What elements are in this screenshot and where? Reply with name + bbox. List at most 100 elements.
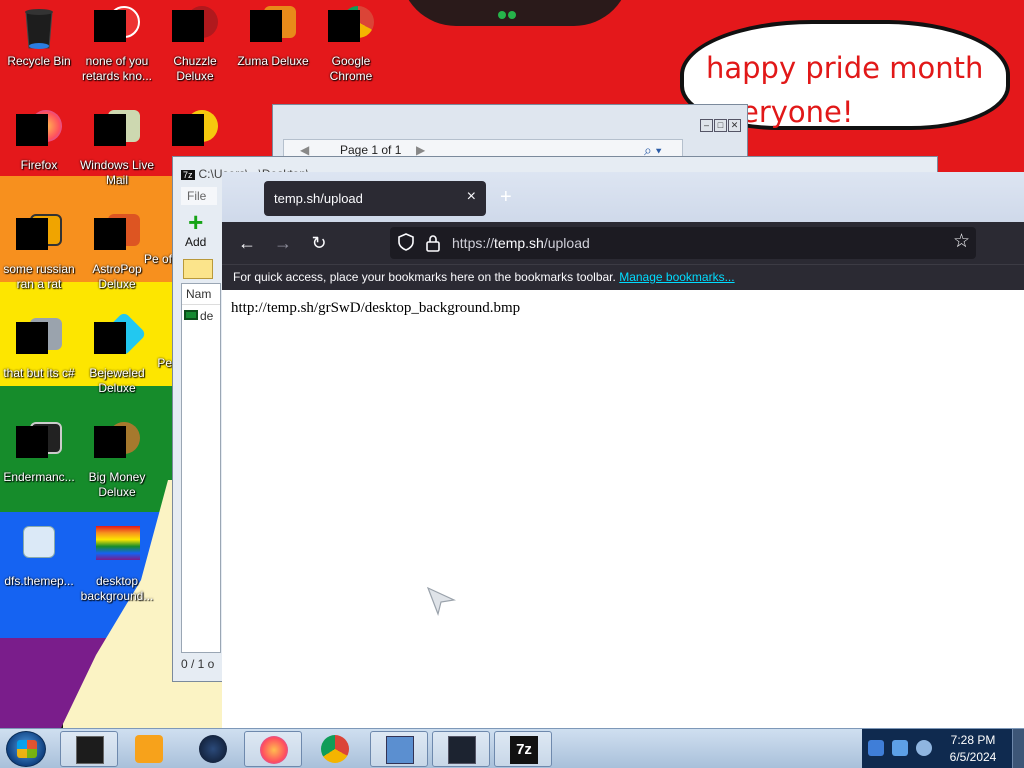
game-icon — [172, 110, 218, 156]
bookmark-star-icon[interactable]: ☆ — [953, 230, 970, 253]
display-icon — [448, 736, 476, 764]
page-indicator: Page 1 of 1 — [340, 143, 402, 157]
url-prefix: https:// — [452, 235, 495, 251]
firefox-icon — [16, 110, 62, 156]
theme-file-icon — [16, 526, 62, 572]
url-text[interactable]: https://temp.sh/upload — [452, 235, 590, 251]
window-caption-buttons: – □ ✕ — [699, 115, 741, 132]
plus-icon: + — [188, 207, 204, 237]
taskbar-media-player[interactable] — [120, 731, 178, 767]
close-button[interactable]: ✕ — [728, 119, 741, 132]
status-bar: 0 / 1 o — [181, 657, 215, 671]
manage-bookmarks-link[interactable]: Manage bookmarks... — [619, 270, 734, 284]
windows-stack-icon — [16, 318, 62, 364]
desktop-icon-recycle-bin[interactable]: Recycle Bin — [0, 2, 78, 96]
taskbar-google-chrome[interactable] — [306, 731, 364, 767]
bookmarks-message: For quick access, place your bookmarks h… — [233, 270, 616, 284]
reload-button[interactable]: ↻ — [307, 231, 331, 255]
new-tab-button[interactable]: + — [500, 186, 512, 209]
minimize-button[interactable]: – — [700, 119, 713, 132]
network-icon[interactable] — [892, 740, 908, 756]
taskbar-unknown-app[interactable] — [184, 731, 242, 767]
money-bag-icon — [94, 422, 140, 468]
game-icon — [172, 6, 218, 52]
desktop-icon-windows-live-mail[interactable]: Windows Live Mail — [78, 106, 156, 200]
show-desktop-button[interactable] — [1012, 729, 1024, 768]
taskbar-7zip[interactable]: 7z — [494, 731, 552, 767]
recycle-bin-icon — [16, 6, 62, 52]
tracking-protection-icon[interactable] — [398, 233, 414, 251]
desktop-icon-dfs-theme[interactable]: dfs.themep... — [0, 522, 78, 616]
desktop-icon-firefox[interactable]: Firefox — [0, 106, 78, 200]
desktop-icon-chuzzle[interactable]: Chuzzle Deluxe — [156, 2, 234, 96]
game-icon — [250, 6, 296, 52]
desktop-icon-desktop-background[interactable]: desktop background... — [78, 522, 156, 616]
taskbar-control-panel[interactable] — [370, 731, 428, 767]
add-button[interactable]: + Add — [185, 209, 206, 249]
tab-title: temp.sh/upload — [274, 191, 363, 206]
desktop-icon-zuma[interactable]: Zuma Deluxe — [234, 2, 312, 96]
taskbar-file-explorer[interactable] — [60, 731, 118, 767]
desktop-icon-google-chrome[interactable]: Google Chrome — [312, 2, 390, 96]
maximize-button[interactable]: □ — [714, 119, 727, 132]
speech-bubble-text: happy pride month everyone! — [706, 51, 984, 129]
tab-bar: temp.sh/upload × + — [222, 172, 1024, 222]
gem-icon — [94, 311, 147, 364]
game-icon — [94, 6, 140, 52]
previous-page-icon[interactable]: ◀ — [300, 143, 309, 157]
navigation-toolbar: ← → ↻ https://temp.sh/upload ☆ — [222, 222, 1024, 264]
7zip-icon: 7z — [510, 736, 538, 764]
media-player-icon — [135, 735, 163, 763]
chrome-icon — [321, 735, 349, 763]
lock-icon[interactable] — [426, 234, 440, 252]
image-file-icon — [94, 526, 140, 572]
control-panel-icon — [386, 736, 414, 764]
url-host: temp.sh — [494, 235, 544, 251]
name-column-header[interactable]: Nam — [182, 284, 220, 305]
forward-button[interactable]: → — [271, 231, 295, 255]
desktop-icon-pe[interactable]: Pe — [138, 356, 172, 450]
7zip-app-icon: 7z — [181, 170, 195, 180]
clock-date: 6/5/2024 — [949, 750, 997, 764]
taskbar-display-app[interactable] — [432, 731, 490, 767]
desktop-icon-pe-of[interactable]: Pe of — [138, 252, 172, 346]
desktop-icon-that-but-its-csharp[interactable]: that but its c# — [0, 314, 78, 408]
back-button[interactable]: ← — [235, 231, 259, 255]
clock-time: 7:28 PM — [950, 733, 996, 747]
taskbar: 7z 7:28 PM 6/5/2024 — [0, 728, 1024, 768]
url-path: /upload — [543, 235, 590, 251]
globe-icon — [199, 735, 227, 763]
list-item-label: de — [200, 309, 214, 323]
window-app-icon — [16, 422, 62, 468]
menu-file[interactable]: File — [181, 187, 217, 205]
desktop-icon-endermanc[interactable]: Endermanc... — [0, 418, 78, 512]
start-button[interactable] — [6, 731, 46, 767]
desktop-icon-some-russian-ran-a-rat[interactable]: some russian ran a rat — [0, 210, 78, 304]
add-label: Add — [185, 235, 207, 249]
chrome-icon — [328, 6, 374, 52]
url-bar[interactable]: https://temp.sh/upload ☆ — [390, 227, 976, 259]
wallpaper-green-dots — [498, 6, 528, 19]
next-page-icon[interactable]: ▶ — [416, 143, 425, 157]
clock[interactable]: 7:28 PM 6/5/2024 — [928, 732, 1018, 766]
shortcut-icon — [16, 214, 62, 260]
taskbar-firefox[interactable] — [244, 731, 302, 767]
tab-temp-sh-upload[interactable]: temp.sh/upload × — [264, 181, 486, 216]
uploaded-file-url[interactable]: http://temp.sh/grSwD/desktop_background.… — [231, 300, 520, 317]
close-tab-icon[interactable]: × — [467, 188, 476, 206]
bookmarks-toolbar: For quick access, place your bookmarks h… — [222, 264, 1024, 290]
windows-logo-icon — [17, 740, 37, 758]
firefox-window[interactable]: temp.sh/upload × + ← → ↻ https://temp.sh… — [222, 172, 1024, 728]
list-item[interactable]: de — [182, 305, 220, 327]
desktop-icon-none-of-you[interactable]: none of you retards kno... — [78, 2, 156, 96]
file-list[interactable]: Nam de — [181, 283, 221, 653]
firefox-icon — [260, 736, 288, 764]
mail-icon — [94, 110, 140, 156]
file-icon — [184, 310, 198, 320]
folder-up-icon[interactable] — [183, 259, 213, 279]
mouse-cursor-icon — [426, 586, 456, 616]
file-explorer-icon — [76, 736, 104, 764]
game-icon — [94, 214, 140, 260]
page-content: http://temp.sh/grSwD/desktop_background.… — [222, 290, 1024, 728]
security-shield-icon[interactable] — [868, 740, 884, 756]
